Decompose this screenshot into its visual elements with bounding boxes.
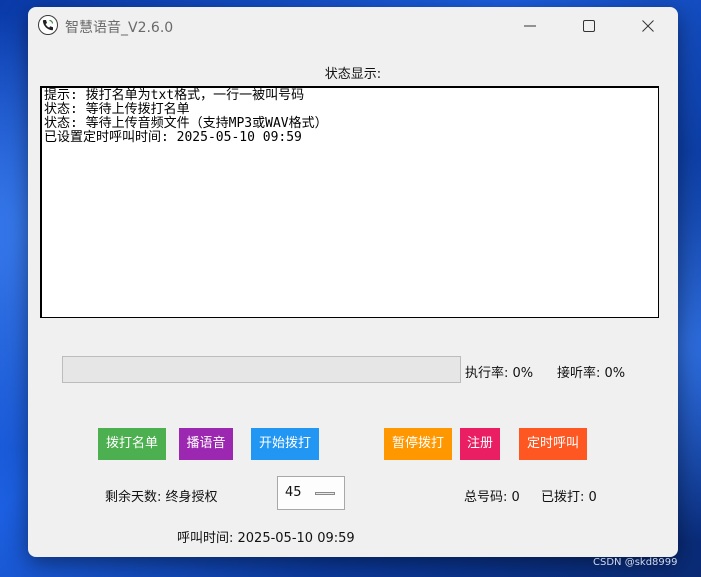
pause-dial-button[interactable]: 暂停拨打 (384, 428, 452, 460)
close-icon (642, 20, 654, 32)
log-line: 已设置定时呼叫时间: 2025-05-10 09:59 (44, 130, 302, 145)
call-time-label: 呼叫时间: 2025-05-10 09:59 (177, 531, 355, 546)
status-log[interactable]: 提示: 拨打名单为txt格式，一行一被叫号码 状态: 等待上传拨打名单 状态: … (40, 86, 659, 318)
dialed-count-label: 已拨打: 0 (541, 490, 597, 505)
log-line: 状态: 等待上传音频文件（支持MP3或WAV格式） (44, 116, 328, 131)
remaining-days-label: 剩余天数: 终身授权 (105, 490, 218, 505)
log-line: 状态: 等待上传拨打名单 (44, 102, 190, 117)
phone-icon (38, 15, 58, 35)
play-audio-button[interactable]: 播语音 (179, 428, 233, 460)
minimize-button[interactable] (507, 7, 553, 45)
maximize-button[interactable] (566, 7, 612, 45)
watermark: CSDN @skd8999 (593, 557, 678, 568)
answer-rate-label: 接听率: 0% (557, 366, 626, 381)
total-numbers-label: 总号码: 0 (464, 490, 520, 505)
dial-list-button[interactable]: 拨打名单 (98, 428, 166, 460)
register-button[interactable]: 注册 (460, 428, 500, 460)
spin-arrow-icon[interactable] (315, 492, 335, 495)
app-window: 智慧语音_V2.6.0 状态显示: 提示: 拨打名单为txt格式，一行一被叫号码… (28, 7, 678, 557)
window-title: 智慧语音_V2.6.0 (65, 20, 174, 36)
log-line: 提示: 拨打名单为txt格式，一行一被叫号码 (44, 88, 305, 103)
close-button[interactable] (625, 7, 671, 45)
progress-bar (62, 356, 461, 383)
concurrency-spinbox[interactable]: 45 (277, 476, 345, 510)
minimize-icon (524, 25, 536, 27)
timed-call-button[interactable]: 定时呼叫 (519, 428, 587, 460)
maximize-icon (583, 20, 595, 32)
status-heading: 状态显示: (324, 67, 382, 82)
concurrency-value: 45 (285, 485, 302, 500)
start-dial-button[interactable]: 开始拨打 (251, 428, 319, 460)
exec-rate-label: 执行率: 0% (465, 366, 534, 381)
title-bar[interactable]: 智慧语音_V2.6.0 (28, 7, 678, 45)
